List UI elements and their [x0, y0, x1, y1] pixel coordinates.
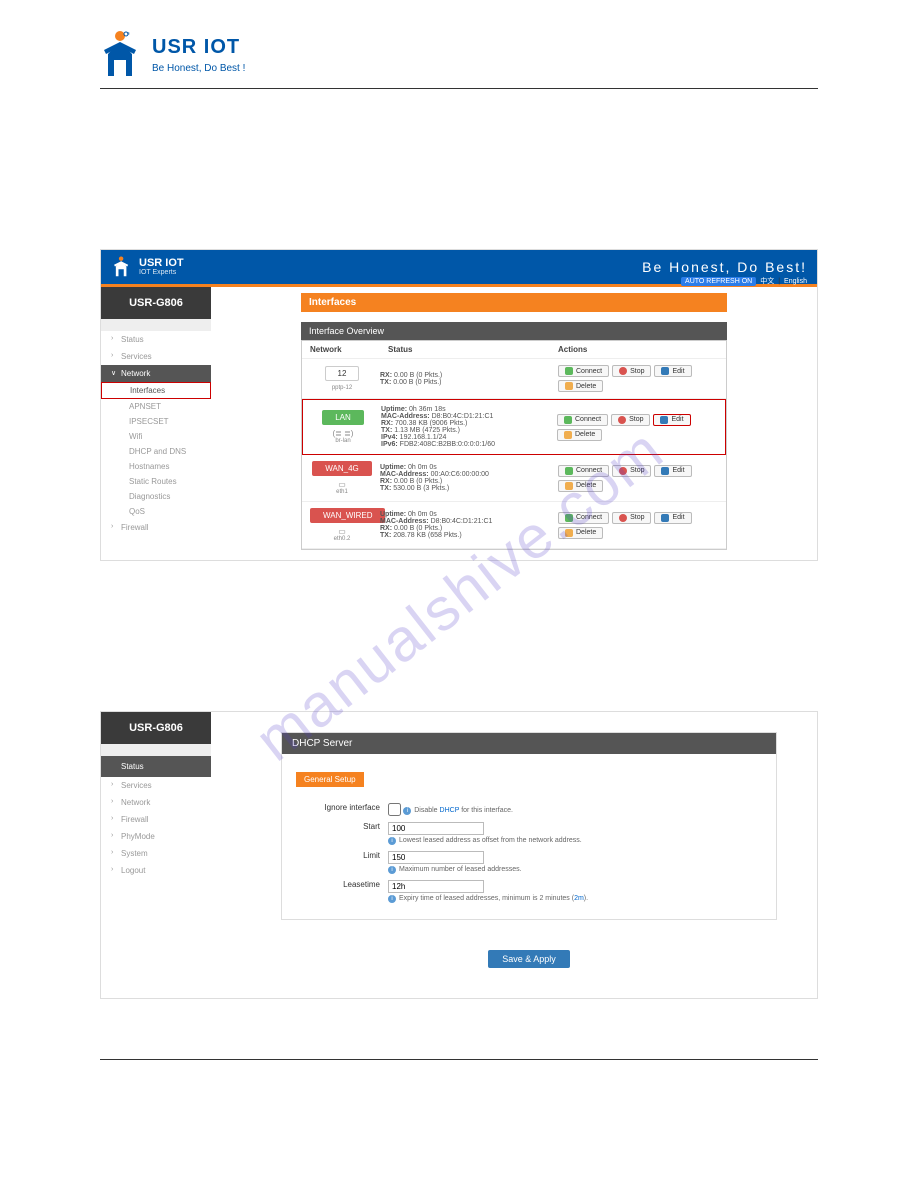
leasetime-input[interactable]: [388, 880, 484, 893]
dhcp-link[interactable]: DHCP: [440, 807, 460, 814]
edit-button[interactable]: Edit: [654, 512, 691, 524]
start-input[interactable]: [388, 822, 484, 835]
dhcp-title: DHCP Server: [282, 733, 776, 754]
sidebar: USR-G806 Status ›Services ›Network ›Fire…: [101, 712, 211, 998]
sidebar-sub-wifi[interactable]: Wifi: [101, 429, 211, 444]
col-actions: Actions: [558, 345, 718, 354]
lease-2m-link[interactable]: 2m: [574, 895, 584, 902]
doc-header: ® USR IOT Be Honest, Do Best !: [100, 30, 818, 89]
app-brand-sub: IOT Experts: [139, 269, 184, 276]
sidebar-sub-interfaces[interactable]: Interfaces: [101, 382, 211, 399]
sidebar-item-system[interactable]: ›System: [101, 845, 211, 862]
interface-badge: 12: [325, 366, 360, 381]
logo-icon: ®: [100, 30, 144, 80]
info-icon: i: [388, 895, 396, 903]
app-tagline: Be Honest, Do Best!: [642, 259, 807, 275]
col-status: Status: [388, 345, 558, 354]
connect-button[interactable]: Connect: [558, 465, 609, 477]
screenshot-dhcp: USR-G806 Status ›Services ›Network ›Fire…: [100, 711, 818, 999]
interface-table: Network Status Actions 12pptp-12RX: 0.00…: [301, 340, 727, 550]
sidebar-item-network[interactable]: ∨Network: [101, 365, 211, 382]
connect-button[interactable]: Connect: [557, 414, 608, 426]
ignore-checkbox[interactable]: [388, 803, 401, 816]
info-icon: i: [403, 807, 411, 815]
header-controls: AUTO REFRESH ON 中文 | English: [681, 276, 807, 286]
sidebar-item-firewall[interactable]: ›Firewall: [101, 519, 211, 536]
device-name: USR-G806: [101, 712, 211, 744]
logo-slogan: Be Honest, Do Best !: [152, 63, 245, 74]
info-icon: i: [388, 866, 396, 874]
stop-button[interactable]: Stop: [612, 512, 651, 524]
interface-status: RX: 0.00 B (0 Pkts.)TX: 0.00 B (0 Pkts.): [374, 372, 558, 386]
sidebar-item-logout[interactable]: ›Logout: [101, 862, 211, 879]
tab-general-setup[interactable]: General Setup: [296, 772, 364, 787]
edit-button[interactable]: Edit: [654, 465, 691, 477]
app-brand: USR IOT: [139, 258, 184, 269]
sidebar-item-phymode[interactable]: ›PhyMode: [101, 828, 211, 845]
doc-footer: [100, 1059, 818, 1060]
stop-button[interactable]: Stop: [612, 465, 651, 477]
edit-button[interactable]: Edit: [654, 365, 691, 377]
edit-button[interactable]: Edit: [653, 414, 690, 426]
save-apply-button[interactable]: Save & Apply: [488, 950, 570, 968]
interface-row-12: 12pptp-12RX: 0.00 B (0 Pkts.)TX: 0.00 B …: [302, 359, 726, 399]
connect-button[interactable]: Connect: [558, 365, 609, 377]
sidebar-item-status[interactable]: Status: [101, 756, 211, 777]
label-limit: Limit: [296, 851, 388, 860]
delete-button[interactable]: Delete: [558, 480, 603, 492]
svg-text:®: ®: [127, 31, 130, 36]
stop-button[interactable]: Stop: [611, 414, 650, 426]
sidebar-item-services[interactable]: ›Services: [101, 348, 211, 365]
sidebar-sub-dhcp-dns[interactable]: DHCP and DNS: [101, 444, 211, 459]
sidebar-sub-ipsecset[interactable]: IPSECSET: [101, 414, 211, 429]
auto-refresh-button[interactable]: AUTO REFRESH ON: [681, 277, 756, 286]
screenshot-interfaces: USR IOT IOT Experts Be Honest, Do Best! …: [100, 249, 818, 561]
sidebar-item-status[interactable]: ›Status: [101, 331, 211, 348]
connect-button[interactable]: Connect: [558, 512, 609, 524]
stop-button[interactable]: Stop: [612, 365, 651, 377]
interface-status: Uptime: 0h 0m 0sMAC-Address: 00:A0:C6:00…: [374, 464, 558, 492]
delete-button[interactable]: Delete: [558, 527, 603, 539]
main-content: Interfaces Interface Overview Network St…: [211, 287, 817, 560]
logo-title: USR IOT: [152, 36, 240, 58]
page-title: Interfaces: [301, 293, 727, 312]
sidebar-sub-qos[interactable]: QoS: [101, 504, 211, 519]
label-leasetime: Leasetime: [296, 880, 388, 889]
info-icon: i: [388, 837, 396, 845]
limit-input[interactable]: [388, 851, 484, 864]
lang-zh-link[interactable]: 中文: [760, 276, 774, 286]
interface-badge: WAN_4G: [312, 461, 372, 476]
interface-status: Uptime: 0h 0m 0sMAC-Address: D8:B0:4C:D1…: [374, 511, 558, 539]
sidebar-item-services[interactable]: ›Services: [101, 777, 211, 794]
device-name: USR-G806: [101, 287, 211, 319]
label-start: Start: [296, 822, 388, 831]
interface-row-wan_wired: WAN_WIRED▭eth0.2Uptime: 0h 0m 0sMAC-Addr…: [302, 502, 726, 549]
main-content: DHCP Server General Setup Ignore interfa…: [211, 712, 817, 998]
lang-en-link[interactable]: English: [784, 278, 807, 285]
sidebar-item-network[interactable]: ›Network: [101, 794, 211, 811]
sidebar-sub-hostnames[interactable]: Hostnames: [101, 459, 211, 474]
col-network: Network: [310, 345, 388, 354]
delete-button[interactable]: Delete: [558, 380, 603, 392]
sidebar-item-firewall[interactable]: ›Firewall: [101, 811, 211, 828]
label-ignore: Ignore interface: [296, 803, 388, 812]
interface-badge: LAN: [322, 410, 364, 425]
sidebar-sub-apnset[interactable]: APNSET: [101, 399, 211, 414]
interface-row-wan_4g: WAN_4G▭eth1Uptime: 0h 0m 0sMAC-Address: …: [302, 455, 726, 502]
overview-heading: Interface Overview: [301, 322, 727, 340]
sidebar: USR-G806 ›Status ›Services ∨Network Inte…: [101, 287, 211, 560]
interface-status: Uptime: 0h 36m 18sMAC-Address: D8:B0:4C:…: [375, 406, 557, 448]
sidebar-sub-static-routes[interactable]: Static Routes: [101, 474, 211, 489]
interface-row-lan: LAN(≣ ≣)br-lanUptime: 0h 36m 18sMAC-Addr…: [302, 399, 726, 455]
sidebar-sub-diagnostics[interactable]: Diagnostics: [101, 489, 211, 504]
delete-button[interactable]: Delete: [557, 429, 602, 441]
